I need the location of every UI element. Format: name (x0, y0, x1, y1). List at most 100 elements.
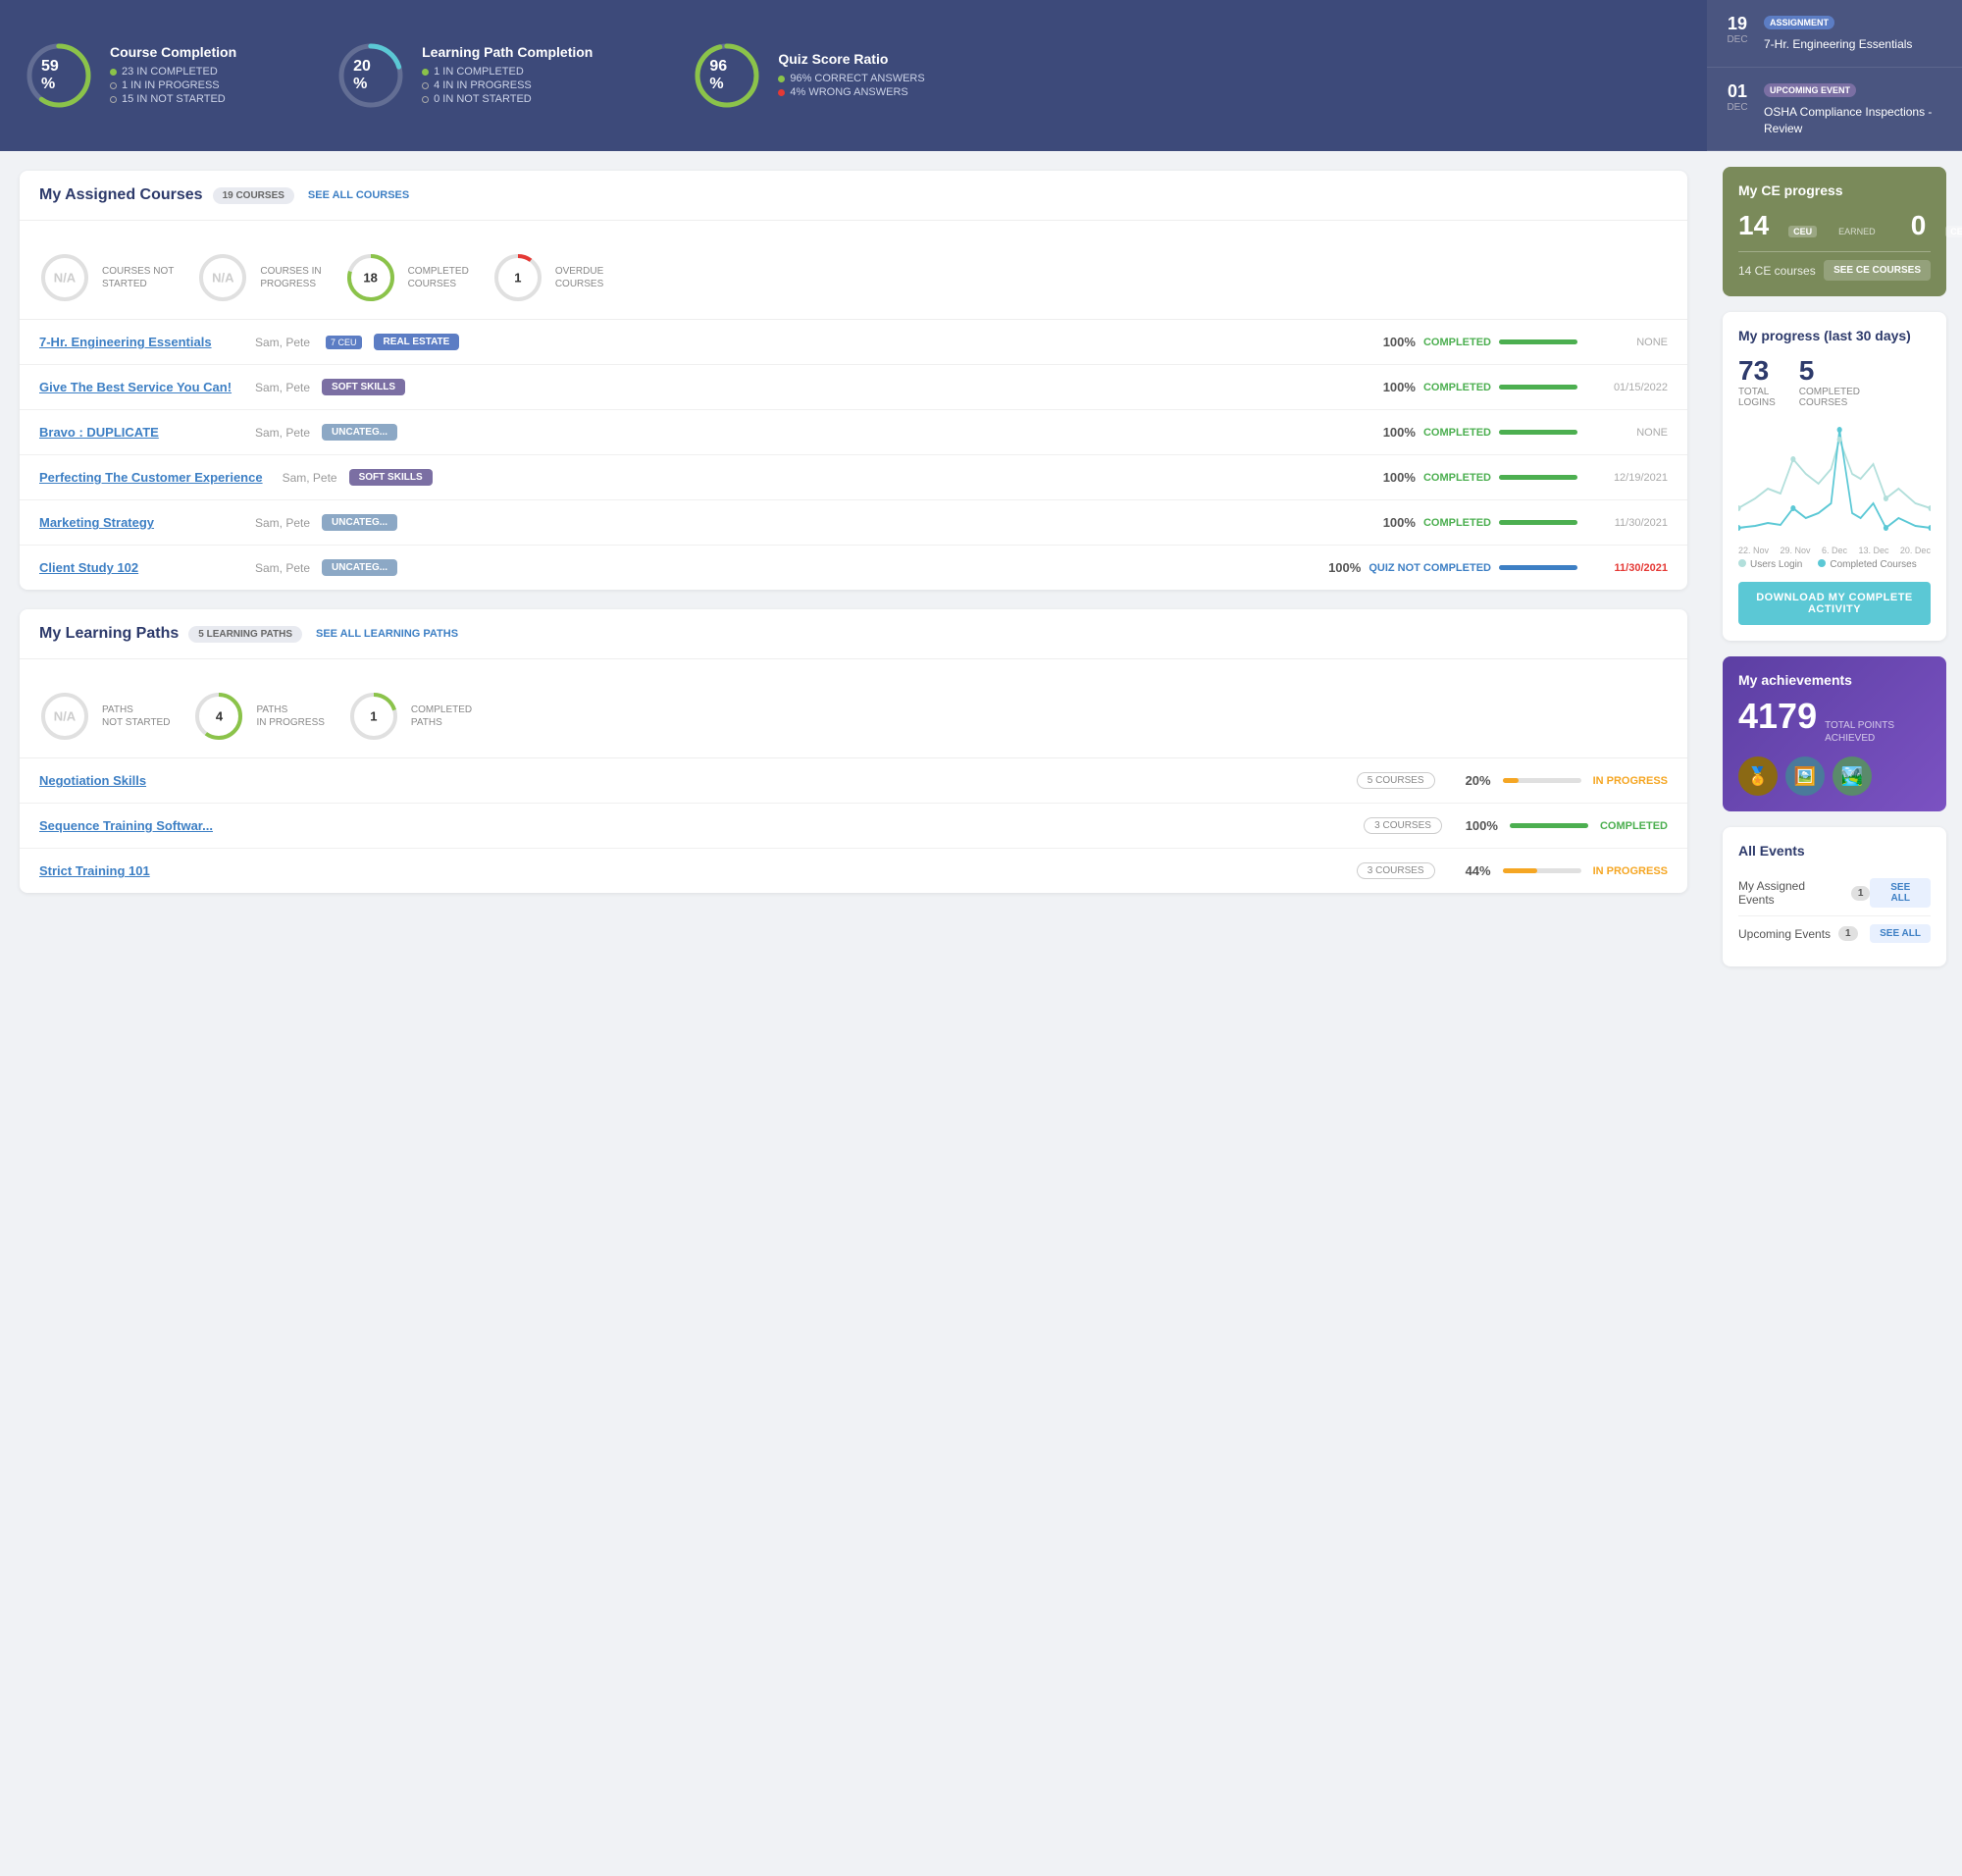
right-panel: My CE progress 14 CEU EARNED 0 CEU REMAI… (1707, 151, 1962, 982)
see-ce-courses-button[interactable]: SEE CE COURSES (1824, 260, 1931, 281)
course-name[interactable]: 7-Hr. Engineering Essentials (39, 335, 235, 349)
path-progress-bar-wrap (1503, 868, 1581, 873)
path-rows: Negotiation Skills 5 COURSES 20% IN PROG… (20, 758, 1687, 893)
course-date: NONE (1589, 337, 1668, 348)
course-row[interactable]: Perfecting The Customer Experience Sam, … (20, 455, 1687, 500)
path-courses-badge: 5 COURSES (1357, 772, 1435, 789)
completed-label: COMPLETEDCOURSES (408, 265, 469, 290)
path-name[interactable]: Sequence Training Softwar... (39, 818, 1352, 833)
learning-paths-badge: 5 LEARNING PATHS (188, 626, 302, 643)
lp-completed-label: COMPLETEDPATHS (411, 704, 472, 729)
achievement-badge-3: 🏞️ (1833, 756, 1872, 796)
see-all-events-button[interactable]: SEE ALL (1870, 924, 1931, 943)
course-name[interactable]: Client Study 102 (39, 560, 235, 575)
course-name[interactable]: Perfecting The Customer Experience (39, 470, 263, 485)
points-num: 4179 (1738, 696, 1817, 737)
course-instructor: Sam, Pete (255, 426, 310, 440)
event-2-title: OSHA Compliance Inspections - Review (1764, 104, 1946, 137)
course-pct: 100% (1381, 380, 1416, 394)
course-date: 11/30/2021 (1589, 517, 1668, 529)
achievements-card: My achievements 4179 TOTAL POINTSACHIEVE… (1723, 656, 1946, 811)
lp-completed-dot (422, 69, 429, 76)
ce-progress-card: My CE progress 14 CEU EARNED 0 CEU REMAI… (1723, 167, 1946, 296)
path-name[interactable]: Negotiation Skills (39, 773, 1345, 788)
see-all-courses-link[interactable]: SEE ALL COURSES (308, 189, 409, 201)
lp-stat-in-progress: 4 PATHSIN PROGRESS (193, 691, 324, 742)
event-1-month: DEC (1723, 34, 1752, 45)
course-row[interactable]: Client Study 102 Sam, Pete UNCATEG... 10… (20, 546, 1687, 590)
logins-num: 73 (1738, 355, 1776, 387)
see-all-events-button[interactable]: SEE ALL (1870, 878, 1931, 908)
ce-remaining-num: 0 (1911, 210, 1927, 241)
all-events-title: All Events (1738, 843, 1931, 859)
event-row: Upcoming Events 1 SEE ALL (1738, 916, 1931, 951)
path-row[interactable]: Sequence Training Softwar... 3 COURSES 1… (20, 804, 1687, 849)
course-instructor: Sam, Pete (255, 336, 310, 349)
progress-title: My progress (last 30 days) (1738, 328, 1931, 343)
learning-path-info: Learning Path Completion 1 IN COMPLETED … (422, 44, 593, 107)
progress-chart (1738, 420, 1931, 538)
course-pct: 100% (1381, 335, 1416, 349)
in-progress-circle: N/A (197, 252, 248, 303)
event-2-date: 01 DEC (1723, 81, 1752, 113)
download-btn-wrap: DOWNLOAD MY COMPLETE ACTIVITY (1738, 582, 1931, 625)
course-date: 11/30/2021 (1589, 562, 1668, 574)
event-2-month: DEC (1723, 102, 1752, 113)
ce-remaining-badge: CEU (1945, 226, 1962, 237)
assigned-courses-stats: N/A COURSES NOTSTARTED N/A COURSES INPRO… (20, 236, 1687, 320)
course-row[interactable]: 7-Hr. Engineering Essentials Sam, Pete 7… (20, 320, 1687, 365)
achievement-badges: 🏅 🖼️ 🏞️ (1738, 756, 1931, 796)
path-progress-bar-wrap (1510, 823, 1588, 828)
course-progress-bar-wrap (1499, 430, 1577, 435)
path-row[interactable]: Strict Training 101 3 COURSES 44% IN PRO… (20, 849, 1687, 893)
learning-paths-title: My Learning Paths (39, 625, 179, 643)
course-pct: 100% (1381, 425, 1416, 440)
course-date: 12/19/2021 (1589, 472, 1668, 484)
lp-not-started-label: PATHSNOT STARTED (102, 704, 170, 729)
left-panel: My Assigned Courses 19 COURSES SEE ALL C… (0, 151, 1707, 982)
path-status: COMPLETED (1600, 820, 1668, 832)
path-row[interactable]: Negotiation Skills 5 COURSES 20% IN PROG… (20, 758, 1687, 804)
course-row[interactable]: Marketing Strategy Sam, Pete UNCATEG... … (20, 500, 1687, 546)
course-row[interactable]: Give The Best Service You Can! Sam, Pete… (20, 365, 1687, 410)
completed-value: 18 (363, 271, 377, 286)
course-name[interactable]: Bravo : DUPLICATE (39, 425, 235, 440)
course-tag: UNCATEG... (322, 559, 397, 576)
ce-divider (1738, 251, 1931, 252)
course-name[interactable]: Give The Best Service You Can! (39, 380, 235, 394)
assigned-courses-header: My Assigned Courses 19 COURSES SEE ALL C… (20, 171, 1687, 221)
path-status: IN PROGRESS (1593, 775, 1668, 787)
my-progress-card: My progress (last 30 days) 73 TOTALLOGIN… (1723, 312, 1946, 641)
course-completion-info: Course Completion 23 IN COMPLETED 1 IN I… (110, 44, 236, 107)
path-pct: 44% (1447, 863, 1491, 878)
course-instructor: Sam, Pete (255, 561, 310, 575)
completed-courses-block: 5 COMPLETEDCOURSES (1799, 355, 1860, 408)
event-item-1[interactable]: 19 DEC ASSIGNMENT 7-Hr. Engineering Esse… (1707, 0, 1962, 68)
quiz-score-stat: 96 % Quiz Score Ratio 96% CORRECT ANSWER… (692, 40, 924, 111)
download-activity-button[interactable]: DOWNLOAD MY COMPLETE ACTIVITY (1738, 582, 1931, 625)
not-started-circle: N/A (39, 252, 90, 303)
lp-not-started-dot (422, 96, 429, 103)
learning-paths-header: My Learning Paths 5 LEARNING PATHS SEE A… (20, 609, 1687, 659)
path-progress-bar (1503, 778, 1519, 783)
header-events: 19 DEC ASSIGNMENT 7-Hr. Engineering Esse… (1707, 0, 1962, 151)
course-name[interactable]: Marketing Strategy (39, 515, 235, 530)
event-item-2[interactable]: 01 DEC UPCOMING EVENT OSHA Compliance In… (1707, 68, 1962, 152)
course-progress-bar (1499, 385, 1577, 390)
course-completion-circle: 59 % (24, 40, 94, 111)
course-row[interactable]: Bravo : DUPLICATE Sam, Pete UNCATEG... 1… (20, 410, 1687, 455)
path-name[interactable]: Strict Training 101 (39, 863, 1345, 878)
lp-in-progress-dot (422, 82, 429, 89)
header-stats: 59 % Course Completion 23 IN COMPLETED 1… (0, 0, 1707, 151)
ce-earned-badge: CEU (1788, 226, 1817, 237)
learning-paths-stats: N/A PATHSNOT STARTED 4 PATHSIN PROGRESS (20, 675, 1687, 758)
points-label: TOTAL POINTSACHIEVED (1825, 719, 1894, 745)
quiz-score-label: Quiz Score Ratio (778, 51, 924, 67)
stat-in-progress: N/A COURSES INPROGRESS (197, 252, 321, 303)
course-completion-percent: 59 % (41, 58, 77, 93)
completed-circle: 18 (345, 252, 396, 303)
lp-completed-circle: 1 (348, 691, 399, 742)
achievement-badge-2: 🖼️ (1785, 756, 1825, 796)
see-all-paths-link[interactable]: SEE ALL LEARNING PATHS (316, 628, 458, 640)
not-started-value: N/A (54, 271, 76, 286)
